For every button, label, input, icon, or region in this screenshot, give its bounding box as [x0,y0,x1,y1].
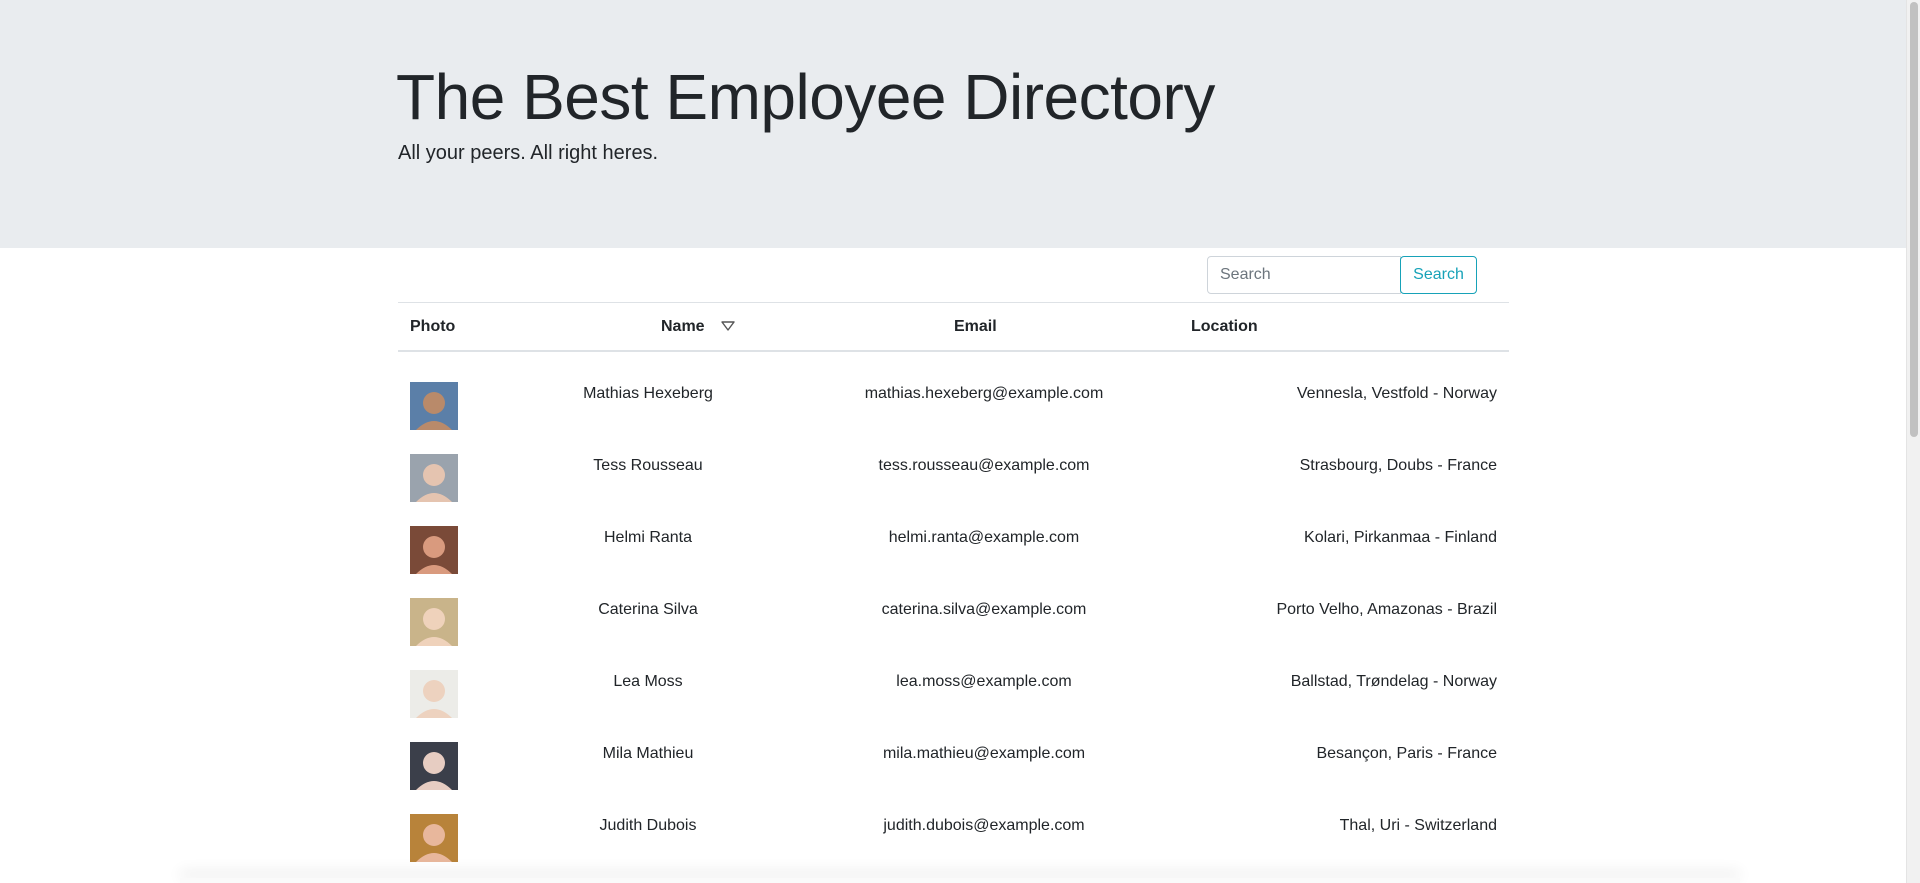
table-row: Lea Moss lea.moss@example.com Ballstad, … [398,652,1509,724]
employee-name: Helmi Ranta [603,529,693,546]
employee-email: judith.dubois@example.com [883,817,1085,834]
employee-location: Vennesla, Vestfold - Norway [1296,385,1497,402]
table-row: Helmi Ranta helmi.ranta@example.com Kola… [398,508,1509,580]
search-form: Search [1207,256,1477,294]
avatar [410,526,458,574]
employee-email: lea.moss@example.com [896,673,1072,690]
table-row: Mila Mathieu mila.mathieu@example.com Be… [398,724,1509,796]
employee-email: tess.rousseau@example.com [878,457,1090,474]
table-row: Mathias Hexeberg mathias.hexeberg@exampl… [398,364,1509,436]
vertical-scrollbar[interactable] [1906,0,1920,883]
jumbotron-header: The Best Employee Directory All your pee… [0,0,1906,248]
avatar [410,454,458,502]
employee-email: mathias.hexeberg@example.com [864,385,1104,402]
avatar [410,670,458,718]
employee-email: caterina.silva@example.com [881,601,1087,618]
bottom-overlay-edge [180,878,1740,883]
avatar [410,598,458,646]
avatar [410,814,458,862]
employee-name: Tess Rousseau [593,457,703,474]
column-header-name[interactable]: Name [661,303,735,351]
table-header: Photo Name Email Location [398,302,1509,352]
employee-name: Lea Moss [613,673,683,690]
page: The Best Employee Directory All your pee… [0,0,1920,883]
employee-name: Mila Mathieu [602,745,694,762]
employee-email: mila.mathieu@example.com [882,745,1086,762]
search-button[interactable]: Search [1400,256,1477,294]
table-row: Caterina Silva caterina.silva@example.co… [398,580,1509,652]
table-row: Tess Rousseau tess.rousseau@example.com … [398,436,1509,508]
sort-down-triangle-icon[interactable] [721,303,735,351]
avatar [410,382,458,430]
column-header-location: Location [1191,318,1258,335]
employee-name: Judith Dubois [599,817,697,834]
table-body: Mathias Hexeberg mathias.hexeberg@exampl… [398,352,1509,868]
employee-email: helmi.ranta@example.com [888,529,1080,546]
page-subtitle: All your peers. All right heres. [398,142,659,164]
employee-location: Ballstad, Trøndelag - Norway [1290,673,1497,690]
scrollbar-thumb[interactable] [1910,2,1918,437]
search-input[interactable] [1207,256,1401,294]
employee-location: Besançon, Paris - France [1316,745,1497,762]
employee-location: Porto Velho, Amazonas - Brazil [1276,601,1497,618]
employee-location: Thal, Uri - Switzerland [1339,817,1497,834]
employee-name: Caterina Silva [598,601,698,618]
column-header-photo: Photo [410,318,456,335]
table-row: Judith Dubois judith.dubois@example.com … [398,796,1509,868]
page-title: The Best Employee Directory [396,61,1215,133]
employee-name: Mathias Hexeberg [583,385,713,402]
avatar [410,742,458,790]
column-header-name-label: Name [661,318,705,336]
column-header-email: Email [954,318,997,335]
employee-table: Photo Name Email Location Mathias Hexebe… [398,302,1509,868]
employee-location: Strasbourg, Doubs - France [1299,457,1497,474]
employee-location: Kolari, Pirkanmaa - Finland [1304,529,1497,546]
